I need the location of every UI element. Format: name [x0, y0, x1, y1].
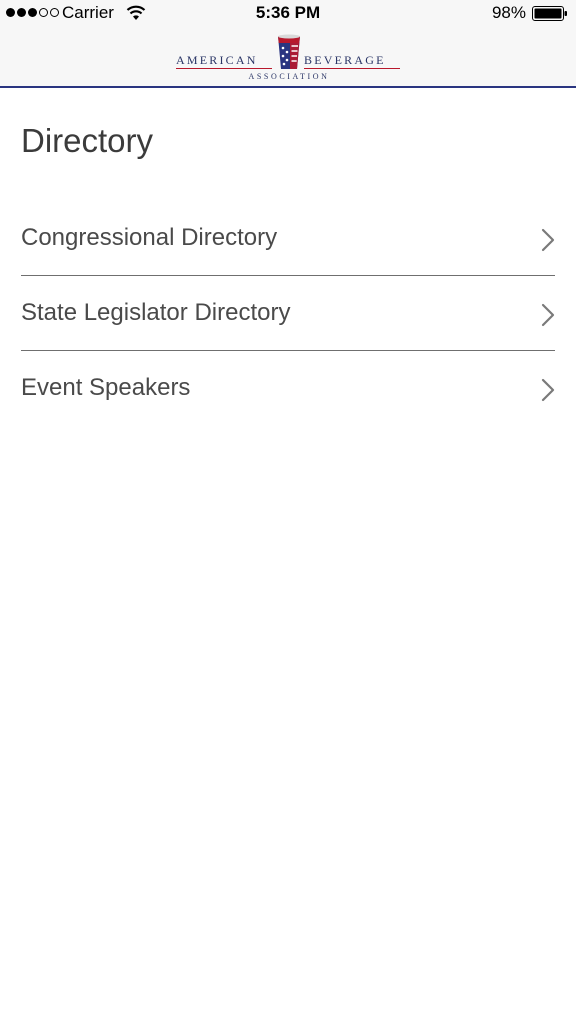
logo-word-american: AMERICAN: [176, 53, 258, 67]
directory-list: Congressional Directory State Legislator…: [21, 201, 555, 426]
battery-percent: 98%: [491, 3, 526, 22]
app-header: AMERICAN BEVERAGE ASSOCIATION: [0, 28, 576, 88]
status-bar: Carrier 5:36 PM 98%: [0, 0, 576, 28]
status-time: 5:36 PM: [255, 3, 321, 22]
cup-icon: [278, 34, 300, 69]
directory-item-label: Event Speakers: [21, 374, 191, 401]
logo-rule: [304, 68, 400, 69]
page-title: Directory: [21, 122, 154, 159]
directory-item-label: State Legislator Directory: [21, 299, 291, 326]
logo-rule: [176, 68, 272, 69]
directory-item-label: Congressional Directory: [21, 224, 278, 251]
directory-item-state-legislator[interactable]: State Legislator Directory: [21, 276, 555, 351]
chevron-right-icon: [541, 378, 555, 402]
american-beverage-association-logo: AMERICAN BEVERAGE ASSOCIATION: [176, 34, 402, 82]
logo-word-beverage: BEVERAGE: [304, 53, 386, 67]
chevron-right-icon: [541, 228, 555, 252]
directory-item-congressional[interactable]: Congressional Directory: [21, 201, 555, 276]
battery-icon: [532, 6, 567, 21]
logo-subtitle: ASSOCIATION: [248, 72, 330, 81]
chevron-right-icon: [541, 303, 555, 327]
directory-item-event-speakers[interactable]: Event Speakers: [21, 351, 555, 426]
